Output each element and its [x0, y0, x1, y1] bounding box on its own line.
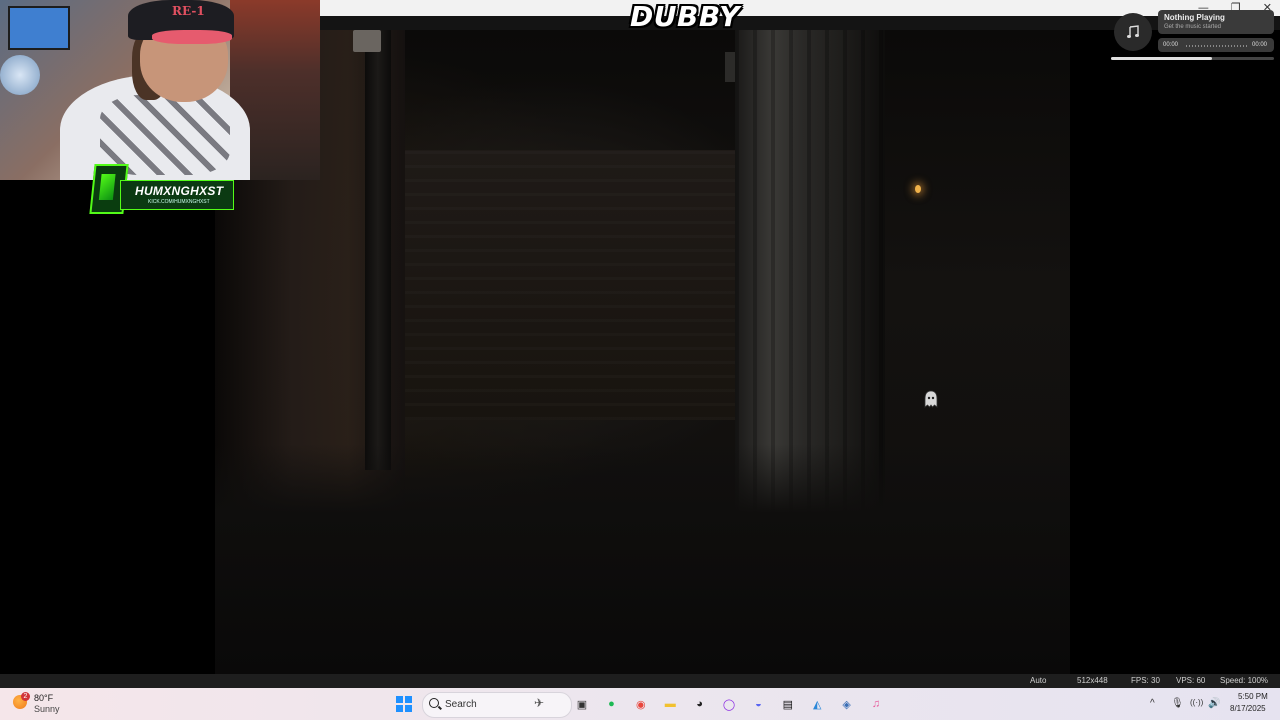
- itunes-icon[interactable]: ♫: [868, 696, 884, 712]
- lamp-icon: [353, 30, 381, 52]
- clock-date[interactable]: 8/17/2025: [1230, 704, 1266, 713]
- music-note-icon: [1127, 25, 1139, 38]
- kick-channel-name: HUMXNGHXST: [135, 184, 224, 198]
- terminal-icon[interactable]: ▤: [780, 696, 796, 712]
- wifi-icon[interactable]: ((·)): [1190, 698, 1203, 707]
- status-mode: Auto: [1030, 676, 1047, 685]
- windows-logo-pane: [405, 705, 412, 712]
- volume-icon[interactable]: 🔊: [1208, 698, 1220, 709]
- windows-logo-pane: [396, 705, 403, 712]
- ghost-cursor-icon: [924, 390, 938, 408]
- status-vps: VPS: 60: [1176, 676, 1206, 685]
- task-view-icon[interactable]: ▣: [574, 696, 590, 712]
- webcam-overlay: RE-1: [0, 0, 320, 180]
- tools-icon[interactable]: ◈: [839, 696, 855, 712]
- file-explorer-icon[interactable]: ▬: [662, 696, 678, 712]
- status-fps: FPS: 30: [1131, 676, 1160, 685]
- status-speed: Speed: 100%: [1220, 676, 1269, 685]
- app-circle-icon[interactable]: ◯: [721, 696, 737, 712]
- search-icon: [429, 698, 439, 708]
- stream-title: DUBBY: [630, 0, 740, 33]
- chrome-icon[interactable]: ◉: [633, 696, 649, 712]
- streamer-hat-text: RE-1: [172, 4, 205, 18]
- game-viewport[interactable]: [215, 30, 1070, 674]
- clock-time[interactable]: 5:50 PM: [1238, 692, 1268, 701]
- microphone-icon[interactable]: 🎙: [1171, 698, 1184, 709]
- webcam-background-lamp: [0, 55, 40, 95]
- status-resolution: 512x448: [1077, 676, 1108, 685]
- music-time-total: 00:00: [1252, 42, 1268, 48]
- music-time-elapsed: 00:00: [1163, 42, 1179, 48]
- weather-condition[interactable]: Sunny: [34, 704, 60, 714]
- spotify-icon[interactable]: ●: [603, 696, 619, 712]
- music-widget-button[interactable]: [1114, 13, 1152, 51]
- brick-wall-back: [405, 150, 735, 420]
- music-seek-track[interactable]: [1186, 45, 1248, 47]
- webcam-background-monitor: [8, 6, 70, 50]
- start-button[interactable]: [396, 696, 412, 712]
- music-title: Nothing Playing: [1164, 13, 1225, 22]
- lamp-post: [365, 30, 391, 470]
- music-progress-fill: [1111, 57, 1213, 60]
- floor: [215, 444, 1070, 674]
- music-subtitle: Get the music started: [1164, 24, 1222, 30]
- obs-icon[interactable]: ◕: [692, 696, 708, 712]
- tray-overflow-chevron[interactable]: ^: [1150, 698, 1155, 709]
- search-highlight-icon: ✈: [534, 696, 545, 710]
- windows-logo-pane: [405, 696, 412, 703]
- music-progress-bar: [1111, 57, 1274, 60]
- kick-channel-url: KICK.COM/HUMXNGHXST: [148, 199, 210, 205]
- weather-temperature[interactable]: 80°F: [34, 693, 53, 703]
- windows-logo-icon: [396, 696, 403, 703]
- photos-icon[interactable]: ◭: [809, 696, 825, 712]
- streamer-hat-brim: [152, 30, 232, 44]
- streamer-shirt: [100, 95, 230, 175]
- search-placeholder[interactable]: Search: [445, 699, 477, 710]
- ember-light: [915, 185, 921, 193]
- discord-icon[interactable]: ◒: [750, 696, 766, 712]
- weather-badge: 2: [21, 692, 30, 701]
